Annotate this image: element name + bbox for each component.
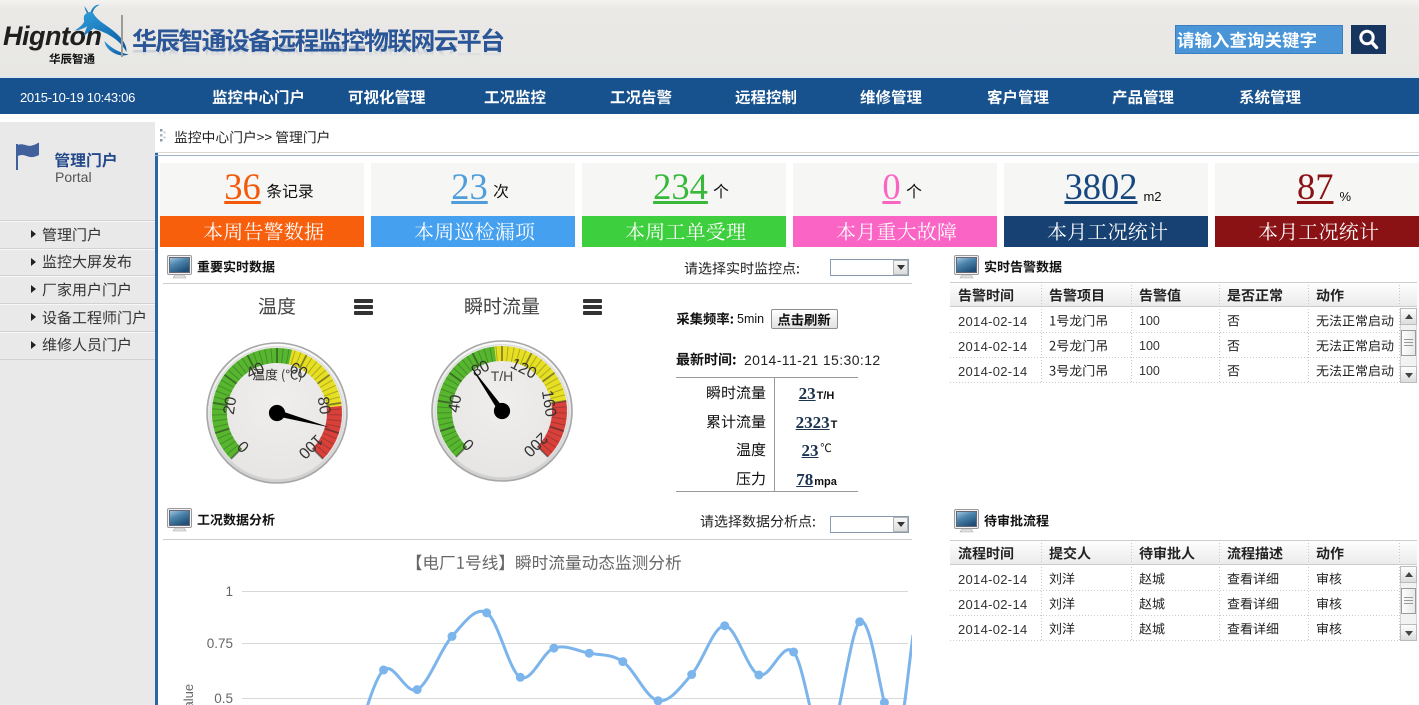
svg-text:0.5: 0.5 [214, 691, 233, 705]
svg-text:80: 80 [314, 395, 334, 415]
svg-text:Value: Value [181, 684, 196, 705]
svg-text:1: 1 [225, 584, 233, 599]
svg-text:40: 40 [446, 393, 466, 413]
svg-text:0.75: 0.75 [207, 636, 233, 651]
svg-text:20: 20 [221, 395, 241, 415]
